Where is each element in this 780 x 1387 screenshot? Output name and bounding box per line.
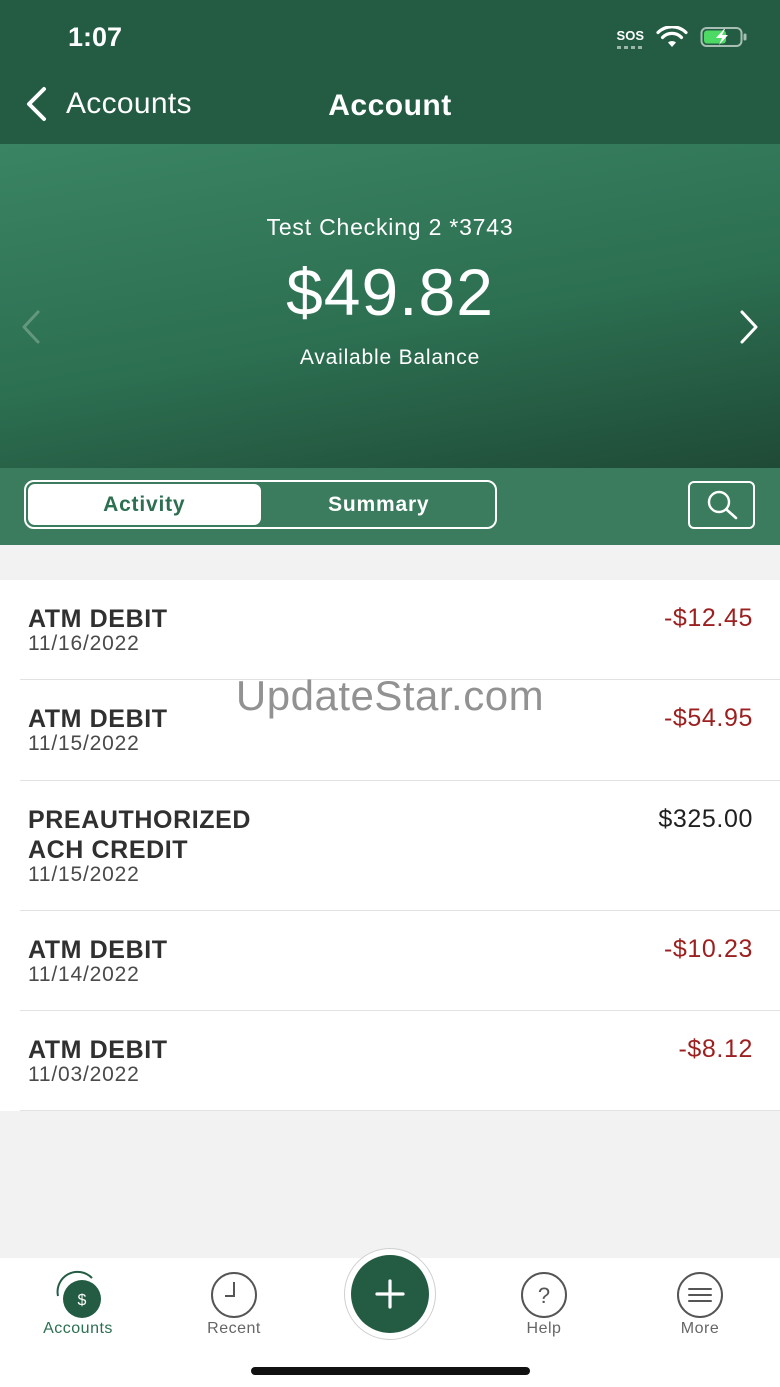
transaction-description: ATM DEBIT	[28, 936, 168, 964]
bottom-nav-recent[interactable]: Recent	[174, 1266, 294, 1338]
add-button-circle	[351, 1255, 429, 1333]
transaction-date: 11/16/2022	[28, 632, 140, 655]
balance-label: Available Balance	[299, 346, 481, 369]
add-button[interactable]	[344, 1248, 436, 1340]
next-account-chevron-icon[interactable]	[736, 308, 762, 346]
transaction-date: 11/15/2022	[28, 863, 140, 886]
plus-icon	[375, 1279, 405, 1309]
segmented-control: Activity Summary	[24, 480, 497, 529]
bottom-nav-recent-label: Recent	[207, 1320, 261, 1337]
tab-bar: Activity Summary	[0, 468, 780, 545]
transaction-list: ATM DEBIT 11/16/2022 -$12.45 ATM DEBIT 1…	[0, 580, 780, 1111]
dollar-glyph: $	[78, 1292, 87, 1309]
help-icon: ?	[521, 1272, 567, 1318]
page-title: Account	[328, 89, 452, 122]
search-icon	[707, 490, 737, 520]
bottom-nav-help[interactable]: ? Help	[484, 1266, 604, 1338]
transaction-date: 11/03/2022	[28, 1063, 140, 1086]
transaction-amount: $325.00	[658, 805, 753, 833]
wifi-icon	[656, 26, 688, 47]
transaction-row[interactable]: ATM DEBIT 11/03/2022 -$8.12	[20, 1011, 780, 1111]
account-name: Test Checking 2 *3743	[266, 214, 514, 240]
tab-summary[interactable]: Summary	[263, 482, 496, 527]
battery-charging-icon	[700, 27, 747, 47]
status-icons: SOS	[616, 26, 748, 49]
status-time: 1:07	[68, 22, 123, 52]
menu-icon	[677, 1272, 723, 1318]
question-glyph: ?	[538, 1283, 550, 1308]
bottom-nav-accounts[interactable]: $ Accounts	[18, 1266, 138, 1338]
transaction-row[interactable]: ATM DEBIT 11/16/2022 -$12.45	[20, 580, 780, 680]
transaction-description: ATM DEBIT	[28, 605, 168, 633]
bottom-nav-help-label: Help	[526, 1320, 562, 1337]
home-indicator[interactable]	[251, 1367, 530, 1375]
transaction-amount: -$12.45	[664, 604, 753, 632]
bottom-nav-accounts-label: Accounts	[43, 1320, 113, 1337]
accounts-dollar-icon: $	[56, 1270, 101, 1318]
transaction-date: 11/15/2022	[28, 732, 140, 755]
bottom-nav-more[interactable]: More	[640, 1266, 760, 1338]
transaction-amount: -$10.23	[664, 935, 753, 963]
transaction-row[interactable]: ATM DEBIT 11/14/2022 -$10.23	[20, 911, 780, 1011]
transaction-description: PREAUTHORIZED ACH CREDIT	[28, 806, 252, 864]
transaction-description: ATM DEBIT	[28, 1036, 168, 1064]
tab-activity[interactable]: Activity	[28, 484, 261, 525]
balance-card: Test Checking 2 *3743 $49.82 Available B…	[0, 144, 780, 468]
bottom-nav-more-label: More	[680, 1320, 720, 1337]
transaction-date: 11/14/2022	[28, 963, 140, 986]
transaction-amount: -$8.12	[678, 1035, 753, 1063]
transaction-row[interactable]: PREAUTHORIZED ACH CREDIT 11/15/2022 $325…	[20, 781, 780, 911]
watermark: UpdateStar.com	[235, 672, 545, 719]
sos-indicator: SOS	[616, 27, 645, 49]
clock-icon	[211, 1272, 257, 1318]
bottom-nav: $ Accounts Recent ? Help More	[0, 1248, 780, 1387]
search-button[interactable]	[688, 481, 755, 529]
top-bar: 1:07 SOS Accounts Account	[0, 0, 780, 144]
account-balance: $49.82	[286, 255, 494, 329]
